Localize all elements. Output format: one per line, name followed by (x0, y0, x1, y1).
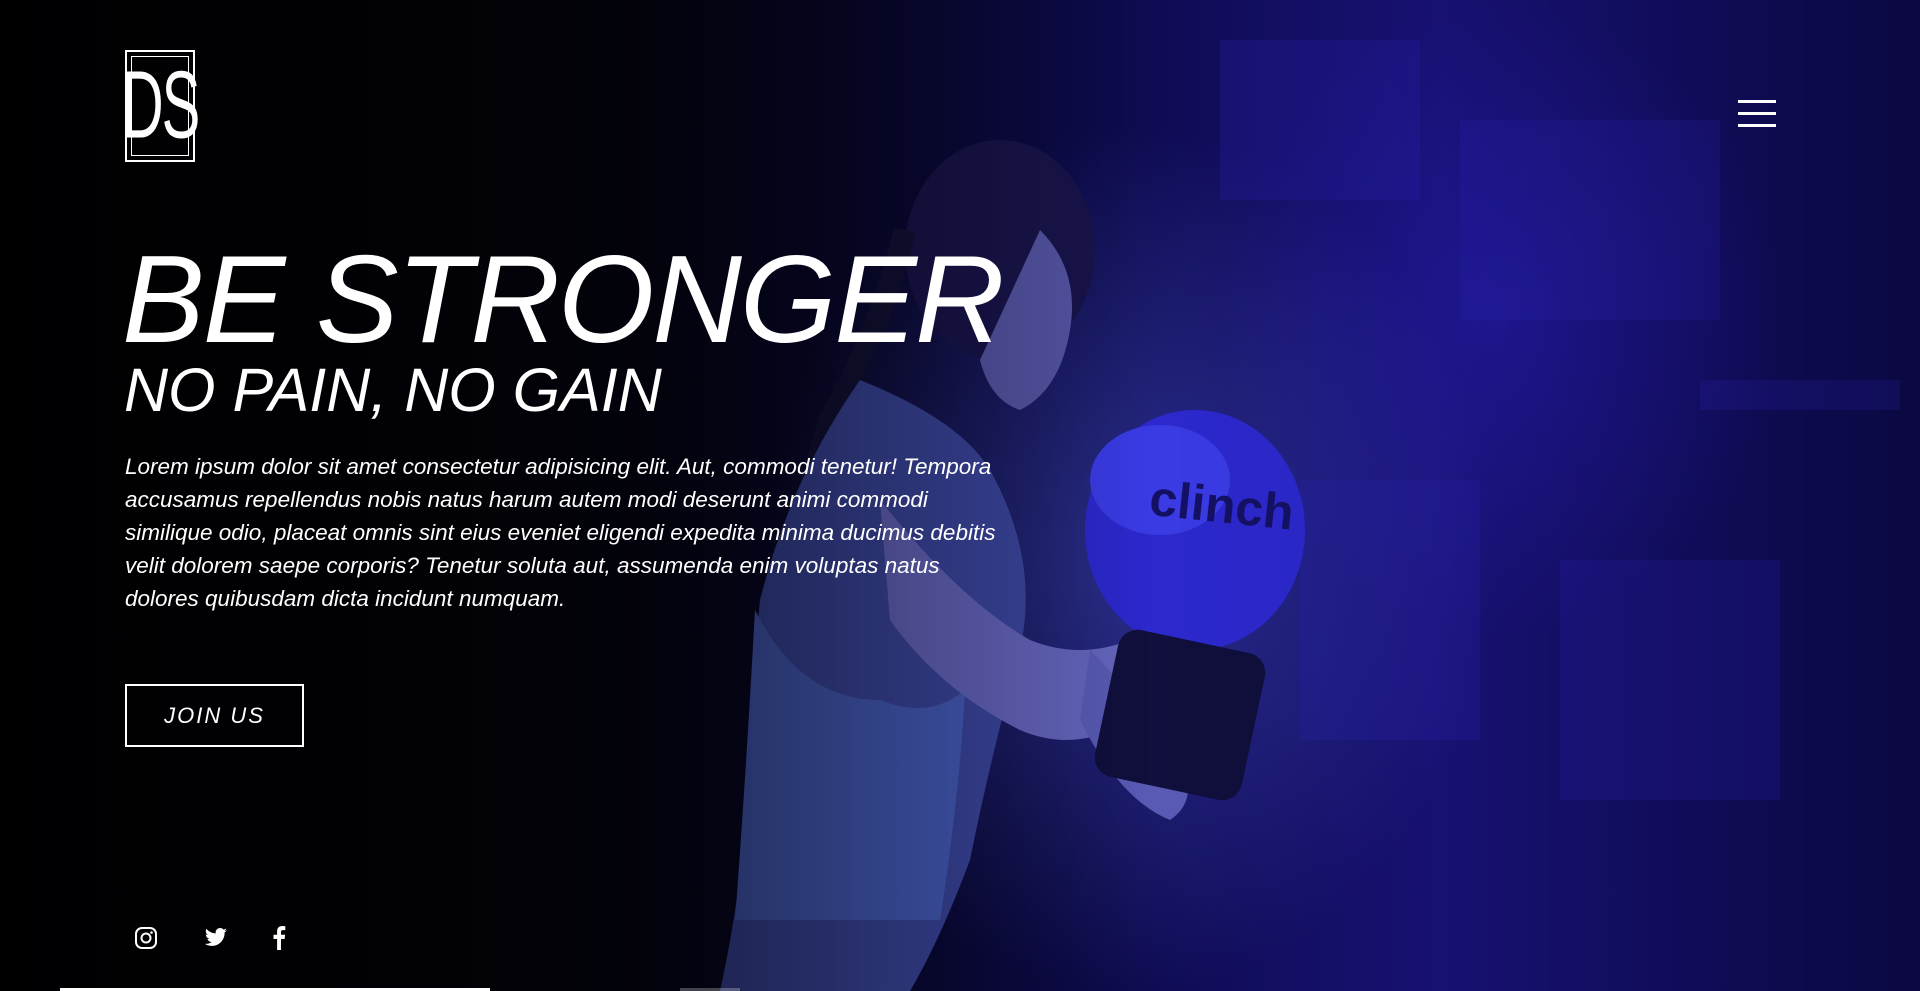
twitter-icon[interactable] (203, 925, 229, 951)
brand-logo[interactable]: DS (122, 50, 200, 162)
facebook-icon[interactable] (266, 925, 292, 951)
hero-subheadline: NO PAIN, NO GAIN (124, 356, 662, 424)
join-us-button[interactable]: JOIN US (125, 684, 304, 747)
instagram-icon[interactable] (133, 925, 159, 951)
hero-headline: BE STRONGER (122, 231, 1005, 369)
hamburger-menu-icon[interactable] (1738, 100, 1778, 128)
logo-text: DS (121, 51, 201, 159)
hero-body-text: Lorem ipsum dolor sit amet consectetur a… (125, 454, 996, 611)
